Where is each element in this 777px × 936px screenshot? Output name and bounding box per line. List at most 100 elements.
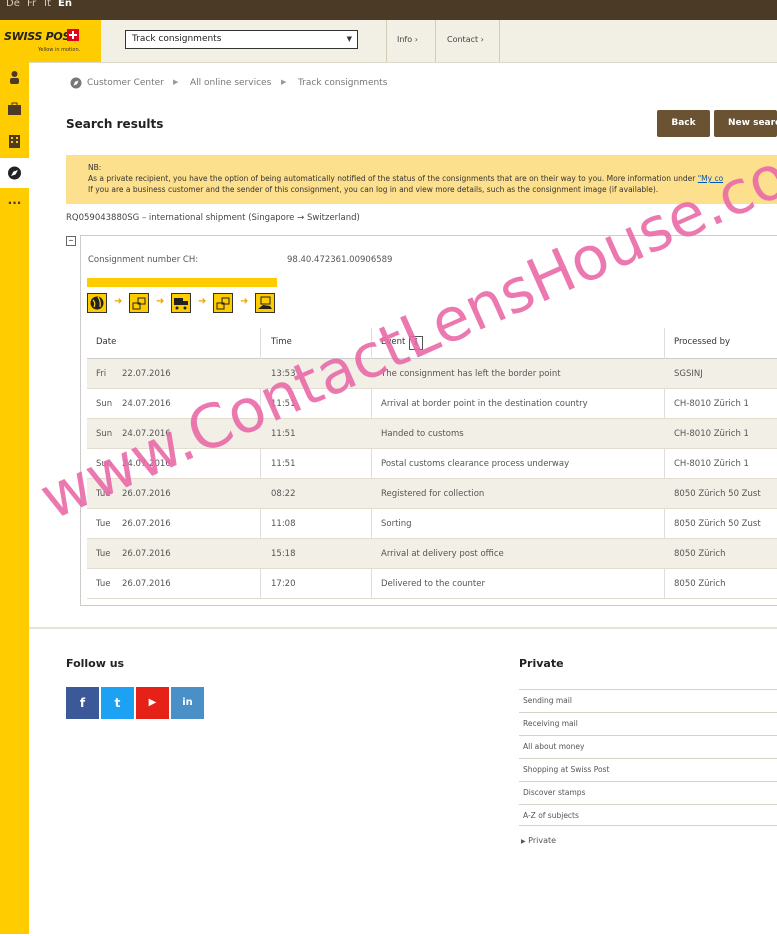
parcels-icon	[129, 293, 149, 313]
footer-link-label: All about money	[523, 742, 585, 751]
header: SWISS POST Yellow in motion. Track consi…	[0, 20, 777, 63]
table-row: Tue 26.07.2016 15:18 Arrival at delivery…	[87, 539, 777, 569]
cell-time: 17:20	[271, 579, 296, 589]
private-heading: Private	[519, 657, 564, 670]
header-divider	[386, 20, 387, 62]
cell-day: Tue	[96, 519, 111, 529]
column-header-processed-by[interactable]: Processed by	[674, 337, 730, 347]
cell-processed-by: CH-8010 Zürich 1	[674, 459, 749, 469]
column-header-time[interactable]: Time	[271, 337, 292, 347]
chevron-right-icon: ›	[480, 35, 484, 44]
info-link[interactable]: Info ›	[397, 35, 418, 44]
cell-time: 11:08	[271, 519, 296, 529]
triangle-right-icon: ▶	[521, 838, 526, 845]
cell-processed-by: SGSINJ	[674, 369, 703, 379]
step-arrow-icon: ➜	[240, 296, 249, 307]
lang-fr[interactable]: Fr	[27, 0, 36, 9]
tracking-progress-bar	[87, 278, 277, 287]
contact-link[interactable]: Contact ›	[447, 35, 484, 44]
cell-event: Arrival at delivery post office	[381, 549, 504, 559]
footer-link-shopping[interactable]: Shopping at Swiss Post	[519, 758, 777, 780]
footer-link-label: A-Z of subjects	[523, 811, 579, 820]
cell-processed-by: 8050 Zürich	[674, 579, 726, 589]
breadcrumb-track-consignments[interactable]: Track consignments	[298, 78, 387, 88]
footer-private-label: Private	[528, 836, 557, 845]
notice-private-body: As a private recipient, you have the opt…	[88, 174, 696, 183]
column-header-date[interactable]: Date	[96, 337, 116, 347]
shipment-title: RQ059043880SG – international shipment (…	[66, 213, 360, 223]
notice-heading: NB:	[88, 163, 102, 172]
sidebar-item-business[interactable]	[0, 94, 29, 124]
step-arrow-icon: ➜	[114, 296, 123, 307]
footer-link-label: Sending mail	[523, 696, 572, 705]
more-icon: ···	[7, 196, 22, 210]
cell-day: Tue	[96, 579, 111, 589]
back-button[interactable]: Back	[657, 110, 710, 137]
consignment-number-label: Consignment number CH:	[88, 255, 199, 265]
step-arrow-icon: ➜	[198, 296, 207, 307]
sidebar-item-more[interactable]: ···	[0, 190, 29, 220]
cell-time: 15:18	[271, 549, 296, 559]
breadcrumb-customer-center[interactable]: Customer Center	[87, 78, 164, 88]
service-select[interactable]: Track consignments ▼	[125, 30, 358, 49]
caret-down-icon: ▼	[346, 35, 352, 43]
sidebar-item-person[interactable]	[0, 62, 29, 92]
footer-private-link[interactable]: ▶ Private	[521, 836, 556, 845]
building-icon	[9, 135, 20, 148]
notice-private-text: As a private recipient, you have the opt…	[88, 174, 723, 183]
lang-it[interactable]: It	[44, 0, 51, 9]
table-row: Tue 26.07.2016 08:22 Registered for coll…	[87, 479, 777, 509]
step-arrow-icon: ➜	[156, 296, 165, 307]
breadcrumb-all-online-services[interactable]: All online services	[190, 78, 271, 88]
parcels-icon	[213, 293, 233, 313]
sidebar-item-services[interactable]	[0, 158, 29, 188]
lang-en[interactable]: En	[58, 0, 72, 9]
compass-icon	[8, 166, 21, 180]
service-select-value: Track consignments	[132, 34, 222, 44]
new-search-button[interactable]: New search	[714, 110, 777, 137]
hand-delivery-icon	[255, 293, 275, 313]
cell-date: 22.07.2016	[122, 369, 171, 379]
language-bar: De Fr It En	[0, 0, 777, 20]
footer-link-a-z[interactable]: A-Z of subjects	[519, 804, 777, 826]
logo-tagline: Yellow in motion.	[38, 47, 81, 53]
cell-processed-by: 8050 Zürich 50 Zust	[674, 489, 761, 499]
footer-link-label: Receiving mail	[523, 719, 578, 728]
collapse-toggle[interactable]: –	[66, 236, 76, 246]
follow-us-heading: Follow us	[66, 657, 125, 670]
table-row: Tue 26.07.2016 11:08 Sorting 8050 Zürich…	[87, 509, 777, 539]
footer-link-receiving-mail[interactable]: Receiving mail	[519, 712, 777, 734]
twitter-icon[interactable]: t	[101, 687, 134, 719]
cell-day: Fri	[96, 369, 107, 379]
header-divider	[499, 20, 500, 62]
chevron-right-icon: ›	[414, 35, 418, 44]
lang-de[interactable]: De	[6, 0, 20, 9]
cell-date: 24.07.2016	[122, 399, 171, 409]
cell-day: Tue	[96, 549, 111, 559]
footer-link-sending-mail[interactable]: Sending mail	[519, 689, 777, 711]
consignment-number-value: 98.40.472361.00906589	[287, 255, 393, 265]
person-icon	[10, 71, 19, 84]
sidebar-item-building[interactable]	[0, 126, 29, 156]
youtube-icon[interactable]: ▶	[136, 687, 169, 719]
cell-date: 26.07.2016	[122, 579, 171, 589]
cell-day: Sun	[96, 399, 113, 409]
footer-link-money[interactable]: All about money	[519, 735, 777, 757]
page-title: Search results	[66, 117, 164, 131]
sidebar: ···	[0, 62, 29, 934]
breadcrumb-separator-icon: ▶	[173, 78, 179, 86]
customs-truck-icon	[171, 293, 191, 313]
cell-processed-by: CH-8010 Zürich 1	[674, 429, 749, 439]
info-link-label: Info	[397, 35, 413, 44]
cell-date: 26.07.2016	[122, 549, 171, 559]
facebook-icon[interactable]: f	[66, 687, 99, 719]
cell-time: 08:22	[271, 489, 296, 499]
swiss-post-logo[interactable]: SWISS POST Yellow in motion.	[0, 20, 101, 62]
cell-event: Registered for collection	[381, 489, 485, 499]
footer-link-stamps[interactable]: Discover stamps	[519, 781, 777, 803]
linkedin-icon[interactable]: in	[171, 687, 204, 719]
notice-business-text: If you are a business customer and the s…	[88, 185, 659, 194]
cell-time: 11:51	[271, 459, 296, 469]
table-row: Tue 26.07.2016 17:20 Delivered to the co…	[87, 569, 777, 599]
cell-event: Sorting	[381, 519, 412, 529]
